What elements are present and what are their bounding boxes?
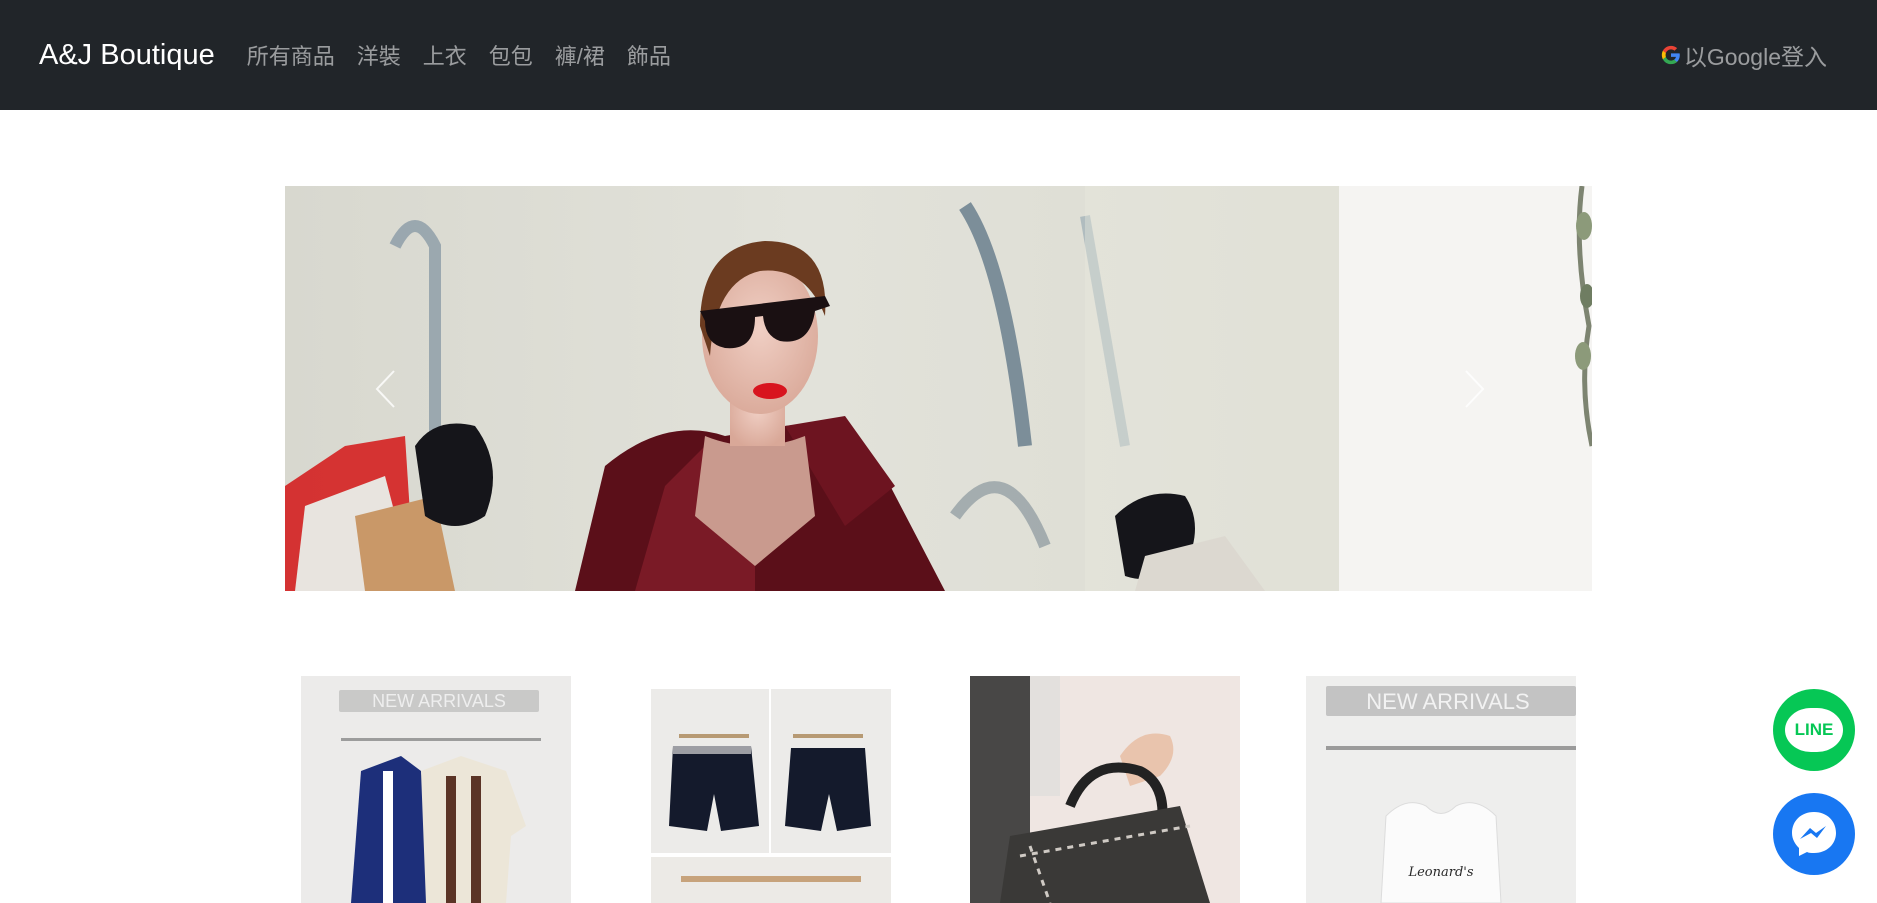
nav-link-tops[interactable]: 上衣	[423, 39, 467, 71]
product-card-4[interactable]: NEW ARRIVALS Leonard's	[1306, 676, 1576, 903]
nav-links: 所有商品 洋裝 上衣 包包 褲/裙 飾品	[247, 39, 693, 71]
messenger-chat-button[interactable]	[1773, 793, 1855, 875]
product-image-1: NEW ARRIVALS	[301, 676, 571, 903]
shirt-print-text: Leonard's	[1407, 865, 1473, 880]
product-card-2[interactable]	[651, 676, 921, 903]
nav-link-accessories[interactable]: 飾品	[627, 39, 671, 71]
brand-logo[interactable]: A&J Boutique	[39, 39, 215, 72]
sign-text-1: NEW ARRIVALS	[372, 691, 506, 711]
top-navbar: A&J Boutique 所有商品 洋裝 上衣 包包 褲/裙 飾品 以Googl…	[0, 0, 1877, 110]
nav-link-pants-skirts[interactable]: 褲/裙	[555, 39, 605, 71]
google-login-button[interactable]: 以Google登入	[1660, 0, 1827, 110]
line-chat-button[interactable]: LINE	[1773, 689, 1855, 771]
nav-link-dresses[interactable]: 洋裝	[357, 39, 401, 71]
nav-link-all-products[interactable]: 所有商品	[247, 39, 335, 71]
product-grid: NEW ARRIVALS NEW ARRIVALS Leonard's	[0, 676, 1877, 903]
chevron-right-icon	[1465, 369, 1485, 408]
product-image-2	[651, 689, 891, 903]
product-card-3[interactable]	[970, 676, 1240, 903]
google-login-label: 以Google登入	[1683, 44, 1827, 70]
hero-carousel	[285, 186, 1592, 591]
sign-text-4: NEW ARRIVALS	[1366, 689, 1529, 714]
product-image-4: NEW ARRIVALS Leonard's	[1306, 676, 1576, 903]
messenger-icon	[1792, 812, 1836, 856]
product-image-3	[970, 676, 1240, 903]
line-icon: LINE	[1785, 708, 1843, 752]
product-card-1[interactable]: NEW ARRIVALS	[301, 676, 571, 903]
carousel-prev-button[interactable]	[325, 186, 445, 591]
carousel-next-button[interactable]	[1415, 186, 1535, 591]
google-icon	[1661, 45, 1680, 65]
nav-link-bags[interactable]: 包包	[489, 39, 533, 71]
line-label: LINE	[1794, 720, 1834, 739]
chevron-left-icon	[375, 369, 395, 408]
